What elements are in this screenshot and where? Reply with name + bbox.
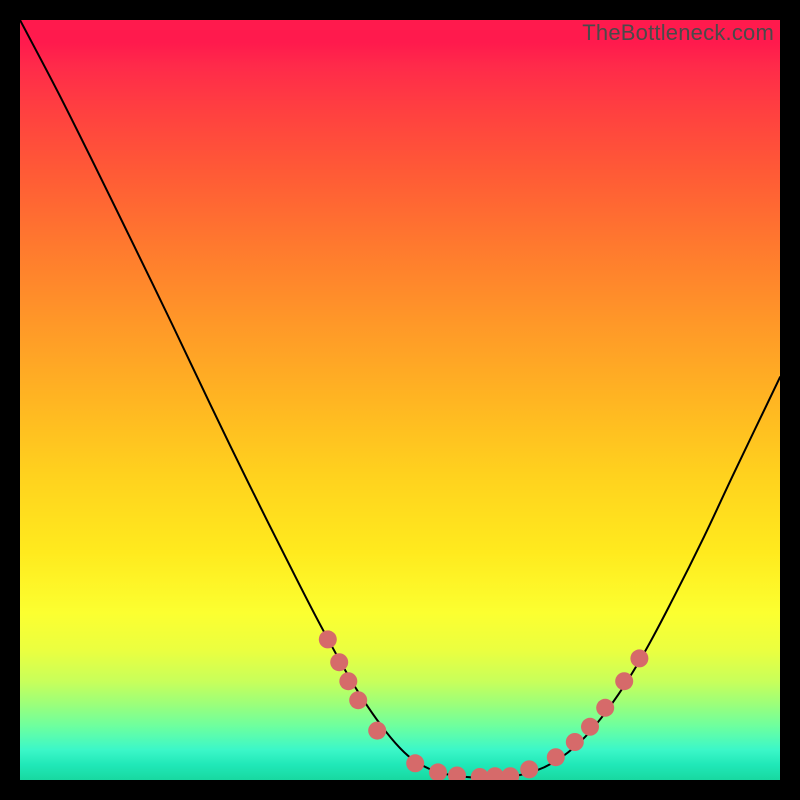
chart-svg <box>20 20 780 780</box>
highlight-dot <box>319 630 337 648</box>
highlight-dot <box>471 768 489 780</box>
bottleneck-curve <box>20 20 780 778</box>
highlight-dot <box>368 722 386 740</box>
highlight-dot <box>330 653 348 671</box>
highlight-dot <box>339 672 357 690</box>
highlight-dot <box>520 760 538 778</box>
highlight-dots-group <box>319 630 649 780</box>
highlight-dot <box>630 649 648 667</box>
highlight-dot <box>406 754 424 772</box>
highlight-dot <box>501 767 519 780</box>
chart-area: TheBottleneck.com <box>20 20 780 780</box>
highlight-dot <box>596 699 614 717</box>
highlight-dot <box>547 748 565 766</box>
highlight-dot <box>448 766 466 780</box>
highlight-dot <box>566 733 584 751</box>
highlight-dot <box>615 672 633 690</box>
highlight-dot <box>349 691 367 709</box>
highlight-dot <box>429 763 447 780</box>
highlight-dot <box>581 718 599 736</box>
highlight-dot <box>486 767 504 780</box>
